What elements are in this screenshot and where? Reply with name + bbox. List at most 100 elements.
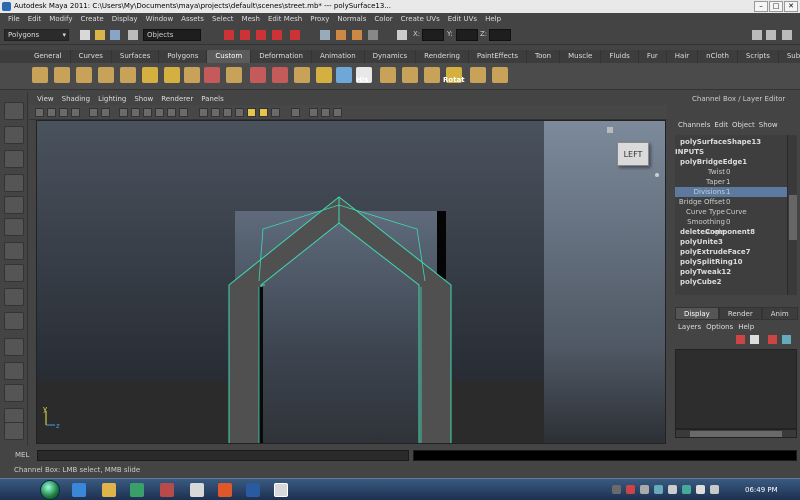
isolate-select-icon[interactable] bbox=[291, 108, 300, 117]
attr-value[interactable]: 1 bbox=[726, 177, 730, 187]
volume-icon[interactable] bbox=[696, 485, 705, 494]
combine-icon[interactable] bbox=[98, 67, 114, 83]
shelf-tab-curves[interactable]: Curves bbox=[71, 50, 112, 63]
new-scene-icon[interactable] bbox=[80, 30, 90, 40]
attribute-editor-icon[interactable] bbox=[752, 30, 762, 40]
attr-value[interactable]: Curve bbox=[726, 207, 747, 217]
menu-help[interactable]: Help bbox=[481, 13, 505, 26]
panel-menu-show[interactable]: Show bbox=[130, 94, 157, 105]
maya-taskbar-icon[interactable] bbox=[274, 483, 288, 497]
two-view-layout-icon[interactable] bbox=[4, 384, 24, 402]
rotate-tool-icon[interactable] bbox=[4, 196, 24, 214]
layer-menu-layers[interactable]: Layers bbox=[678, 321, 701, 333]
history-node[interactable]: deleteComponent8 bbox=[675, 227, 787, 237]
app-taskbar-icon[interactable] bbox=[130, 483, 144, 497]
shelf-tab-fluids[interactable]: Fluids bbox=[601, 50, 639, 63]
history-node[interactable]: polyExtrudeFace7 bbox=[675, 247, 787, 257]
wireframe-shading-icon[interactable] bbox=[199, 108, 208, 117]
safe-action-icon[interactable] bbox=[155, 108, 164, 117]
snap-point-icon[interactable] bbox=[256, 30, 266, 40]
new-layer-selected-icon[interactable] bbox=[750, 335, 759, 344]
image-plane-icon[interactable] bbox=[71, 108, 80, 117]
layer-scrollbar[interactable] bbox=[675, 429, 797, 438]
start-button[interactable] bbox=[40, 480, 60, 500]
attr-value[interactable]: 0 bbox=[726, 217, 730, 227]
camera-select-icon[interactable] bbox=[35, 108, 44, 117]
move-layer-up-icon[interactable] bbox=[768, 335, 777, 344]
attr-row[interactable]: Curve Type Curve bbox=[675, 207, 787, 217]
close-button[interactable]: ✕ bbox=[784, 1, 798, 12]
safe-title-icon[interactable] bbox=[167, 108, 176, 117]
default-light-icon[interactable] bbox=[247, 108, 256, 117]
smooth-icon[interactable] bbox=[294, 67, 310, 83]
move-layer-down-icon[interactable] bbox=[782, 335, 791, 344]
flag-icon[interactable] bbox=[710, 485, 719, 494]
xray-icon[interactable] bbox=[309, 108, 318, 117]
panel-menu-renderer[interactable]: Renderer bbox=[157, 94, 197, 105]
x-field[interactable] bbox=[422, 29, 444, 41]
shelf-tab-polygons[interactable]: Polygons bbox=[159, 50, 208, 63]
attr-value[interactable]: 1 bbox=[726, 187, 730, 197]
poly-plane-icon[interactable] bbox=[76, 67, 92, 83]
wireframe-on-shaded-icon[interactable] bbox=[223, 108, 232, 117]
shelf-tab-deformation[interactable]: Deformation bbox=[251, 50, 312, 63]
shelf-tab-dynamics[interactable]: Dynamics bbox=[365, 50, 417, 63]
shelf-tab-subdivs[interactable]: Subdivs bbox=[779, 50, 800, 63]
extrude-icon[interactable] bbox=[142, 67, 158, 83]
append-polygon-icon[interactable] bbox=[184, 67, 200, 83]
textured-icon[interactable] bbox=[235, 108, 244, 117]
layer-tab-display[interactable]: Display bbox=[675, 307, 719, 320]
make-live-icon[interactable] bbox=[290, 30, 300, 40]
attr-row[interactable]: Bridge Offset 0 bbox=[675, 197, 787, 207]
panel-menu-shading[interactable]: Shading bbox=[58, 94, 94, 105]
backface-culling-icon[interactable] bbox=[333, 108, 342, 117]
duplicate-face-icon[interactable] bbox=[402, 67, 418, 83]
open-scene-icon[interactable] bbox=[95, 30, 105, 40]
network-icon[interactable] bbox=[668, 485, 677, 494]
history-node[interactable]: polyTweak12 bbox=[675, 267, 787, 277]
tray-icon[interactable] bbox=[626, 485, 635, 494]
uv-layout-icon[interactable] bbox=[470, 67, 486, 83]
maximize-button[interactable]: □ bbox=[769, 1, 783, 12]
menu-edit[interactable]: Edit bbox=[24, 13, 46, 26]
menu-create-uvs[interactable]: Create UVs bbox=[397, 13, 444, 26]
viewport-3d[interactable]: y z bbox=[36, 120, 666, 444]
delete-edge-icon[interactable] bbox=[424, 67, 440, 83]
poly-cylinder-icon[interactable] bbox=[54, 67, 70, 83]
attr-row[interactable]: Smoothing Angle 0 bbox=[675, 217, 787, 236]
app3-taskbar-icon[interactable] bbox=[190, 483, 204, 497]
grid-toggle-icon[interactable] bbox=[89, 108, 98, 117]
scrollbar-thumb[interactable] bbox=[789, 195, 797, 240]
insert-edge-loop-icon[interactable] bbox=[226, 67, 242, 83]
z-field[interactable] bbox=[489, 29, 511, 41]
lasso-tool-icon[interactable] bbox=[4, 126, 24, 144]
attr-row-selected[interactable]: Divisions 1 bbox=[675, 187, 787, 197]
hypershade-layout-icon[interactable] bbox=[4, 422, 24, 440]
view-cube[interactable]: LEFT bbox=[617, 142, 649, 166]
menu-edit-mesh[interactable]: Edit Mesh bbox=[264, 13, 306, 26]
menu-mesh[interactable]: Mesh bbox=[238, 13, 264, 26]
poly-torus-icon[interactable] bbox=[492, 67, 508, 83]
menu-set-dropdown[interactable]: Polygons bbox=[4, 29, 69, 41]
shelf-tab-surfaces[interactable]: Surfaces bbox=[112, 50, 160, 63]
shelf-tab-ncloth[interactable]: nCloth bbox=[698, 50, 738, 63]
move-tool-icon[interactable] bbox=[4, 174, 24, 192]
bridge-node-name[interactable]: polyBridgeEdge1 bbox=[675, 157, 787, 167]
menu-edit-uvs[interactable]: Edit UVs bbox=[444, 13, 481, 26]
snap-curve-icon[interactable] bbox=[240, 30, 250, 40]
tray-icon[interactable] bbox=[640, 485, 649, 494]
attr-value[interactable]: 0 bbox=[726, 197, 730, 207]
channel-box-toggle-icon[interactable] bbox=[782, 30, 792, 40]
menu-file[interactable]: File bbox=[4, 13, 24, 26]
command-language-toggle[interactable]: MEL bbox=[15, 450, 29, 460]
shelf-tab-general[interactable]: General bbox=[26, 50, 71, 63]
panel-menu-lighting[interactable]: Lighting bbox=[94, 94, 130, 105]
layer-list[interactable] bbox=[675, 349, 797, 429]
collapse-icon[interactable] bbox=[272, 67, 288, 83]
history-node[interactable]: polyUnite3 bbox=[675, 237, 787, 247]
four-view-layout-icon[interactable] bbox=[4, 338, 24, 356]
all-lights-icon[interactable] bbox=[259, 108, 268, 117]
menu-color[interactable]: Color bbox=[370, 13, 396, 26]
shelf-tab-rendering[interactable]: Rendering bbox=[416, 50, 469, 63]
cb-menu-show[interactable]: Show bbox=[759, 119, 778, 131]
